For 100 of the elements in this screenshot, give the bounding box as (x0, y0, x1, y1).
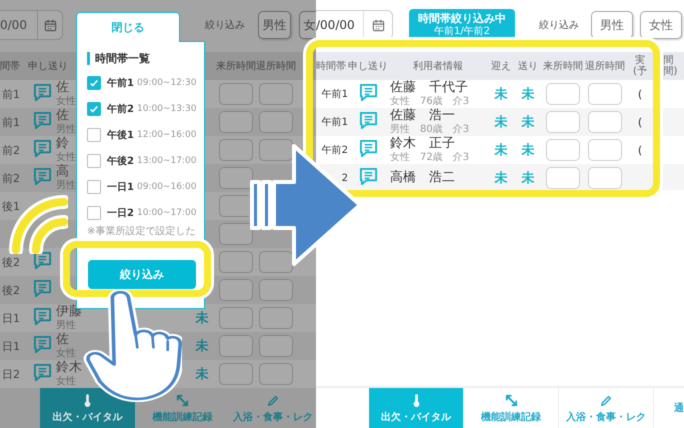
time-input[interactable] (588, 139, 622, 161)
date-field[interactable]: 0/00 (0, 10, 63, 40)
time-input[interactable] (588, 111, 622, 133)
column-header: 来所時間 (543, 60, 583, 72)
time-input[interactable] (219, 111, 253, 133)
gender-button[interactable]: 男性 (258, 11, 292, 39)
column-header: 間間) (664, 55, 674, 77)
nav-tab[interactable]: 通 (654, 388, 684, 428)
time-input[interactable] (219, 167, 253, 189)
checkbox[interactable] (87, 180, 101, 194)
option-label: 一日1 (107, 181, 135, 194)
filter-button[interactable]: 絞り込み (88, 260, 196, 289)
user-name: 佐 (56, 80, 69, 96)
nav-tab[interactable]: 出欠・バイタル (369, 388, 464, 428)
time-slot: 午前2 (322, 143, 348, 157)
option-time: 12:00~16:00 (137, 130, 196, 140)
status-mark: 未 (196, 338, 208, 355)
time-input[interactable] (219, 223, 253, 245)
user-name: 高 (56, 164, 69, 180)
time-input[interactable] (219, 251, 253, 273)
time-input[interactable] (219, 83, 253, 105)
section-title: 時間帯一覧 (87, 52, 150, 65)
option-label: 午前2 (107, 102, 135, 116)
checkbox[interactable] (87, 76, 101, 90)
time-input[interactable] (219, 139, 253, 161)
user-details: 男性 (56, 180, 76, 192)
time-slot: 2 (342, 172, 348, 184)
filter-label: 絞り込み (205, 18, 245, 32)
user-name: 鈴木 (56, 360, 82, 376)
status-mark: 未 (494, 86, 508, 103)
thermometer-icon (83, 393, 92, 408)
column-header: 来所時間 (216, 60, 256, 72)
gender-button[interactable]: 男性 (591, 11, 633, 39)
time-input[interactable] (546, 139, 580, 161)
user-name: 佐藤 浩一 (390, 108, 456, 124)
column-header: 時間帯 (316, 60, 346, 72)
nav-tab[interactable]: 出欠・バイタル (40, 388, 135, 428)
column-header: 間帯 (0, 60, 20, 72)
diagonal-arrows-icon (504, 393, 518, 408)
nav-tab[interactable]: 入浴・食事・レク (559, 388, 654, 428)
time-slot: 前1 (0, 114, 20, 130)
time-input[interactable] (219, 195, 249, 217)
checkbox[interactable] (87, 206, 101, 220)
pencil-icon (266, 394, 280, 408)
checkbox[interactable] (87, 154, 101, 168)
time-input[interactable] (219, 363, 253, 385)
memo-icon (358, 138, 378, 158)
check-icon (89, 104, 99, 114)
time-input[interactable] (219, 279, 253, 301)
time-input[interactable] (219, 307, 253, 329)
calendar-icon (372, 18, 385, 32)
column-header: 申し送り (348, 60, 388, 72)
check-icon (89, 78, 99, 88)
time-input[interactable] (219, 335, 253, 357)
thermometer-icon (412, 393, 420, 408)
date-field[interactable]: /00/00 (316, 10, 393, 40)
diagonal-arrows-icon (175, 393, 190, 408)
time-input[interactable] (259, 363, 293, 385)
option-time: 10:00~17:00 (137, 208, 196, 218)
time-input[interactable] (259, 279, 293, 301)
column-header: 利用者情報 (413, 60, 463, 72)
time-input[interactable] (259, 307, 293, 329)
time-input[interactable] (259, 139, 293, 161)
time-input[interactable] (588, 83, 622, 105)
checkbox[interactable] (87, 102, 101, 116)
column-header: 退所時間 (256, 60, 296, 72)
checkbox[interactable] (87, 128, 101, 142)
status-mark: 未 (494, 142, 508, 159)
user-name: 高橋 浩二 (390, 170, 456, 186)
user-name: 佐藤 千代子 (390, 80, 469, 96)
time-input[interactable] (259, 335, 293, 357)
note-text: ※事業所設定で設定した (87, 226, 196, 238)
time-input[interactable] (259, 251, 293, 273)
memo-icon (358, 110, 378, 130)
time-input[interactable] (588, 167, 622, 189)
table-cell: ( (638, 88, 642, 100)
nav-tab[interactable]: 機能訓練記録 (135, 388, 230, 428)
time-slot: 後2 (0, 254, 20, 270)
time-input[interactable] (546, 83, 580, 105)
gender-button[interactable]: 女性 (640, 11, 682, 39)
time-input[interactable] (259, 111, 293, 133)
option-label: 午後1 (107, 128, 135, 142)
time-slot: 後1 (0, 198, 20, 214)
table-cell: ( (638, 116, 642, 128)
option-time: 10:00~13:30 (137, 104, 196, 114)
user-details: 男性 (56, 124, 76, 136)
status-mark: 未 (494, 170, 508, 187)
status-mark: 未 (196, 310, 208, 327)
close-tab[interactable]: 閉じる (76, 12, 180, 42)
table-cell: ( (638, 144, 642, 156)
gender-button[interactable]: 女 (299, 11, 316, 39)
user-name: 鈴木 正子 (390, 136, 456, 152)
column-header: 申し送り (28, 60, 68, 72)
status-mark: 未 (522, 114, 534, 131)
time-slot: 前2 (0, 170, 20, 186)
time-input[interactable] (259, 83, 293, 105)
nav-tab[interactable]: 入浴・食事・レク (230, 388, 316, 428)
time-input[interactable] (546, 167, 580, 189)
nav-tab[interactable]: 機能訓練記録 (464, 388, 559, 428)
time-input[interactable] (546, 111, 580, 133)
